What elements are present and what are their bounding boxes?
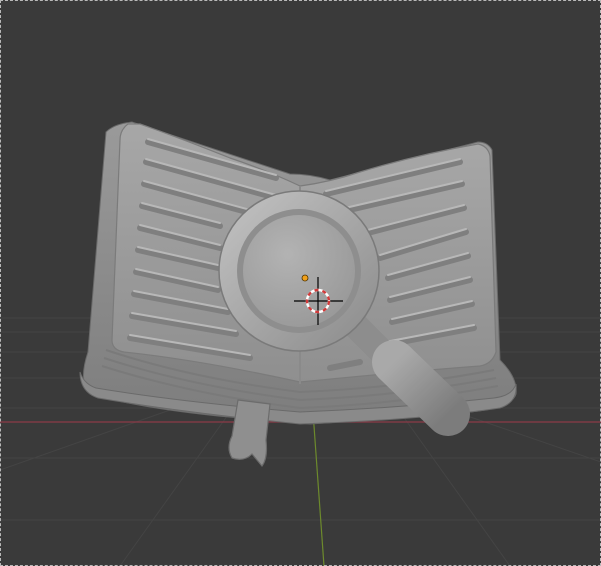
3d-viewport[interactable] bbox=[0, 0, 601, 566]
viewport-canvas[interactable] bbox=[0, 0, 601, 566]
magnifier-lens bbox=[243, 215, 355, 327]
object-origin-dot bbox=[301, 274, 309, 282]
y-axis-line bbox=[312, 411, 325, 566]
book-model[interactable] bbox=[79, 121, 517, 467]
